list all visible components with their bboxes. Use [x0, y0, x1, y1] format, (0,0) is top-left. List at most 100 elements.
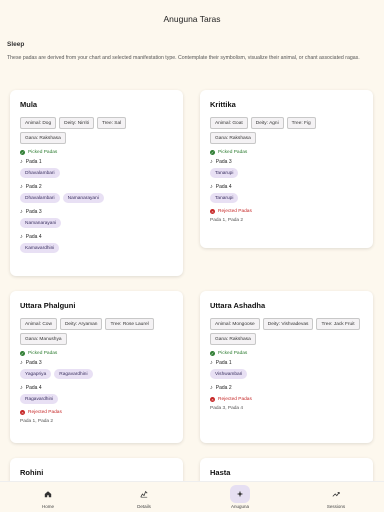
picked-label: Picked Padas	[28, 351, 58, 356]
rejected-padas-list: Pada 1, Pada 2	[20, 419, 54, 424]
raga-chip[interactable]: Tanarupi	[210, 193, 239, 203]
nakshatra-card-uttara-ashadha[interactable]: Uttara Ashadha Animal: Mongoose Deity: V…	[200, 291, 373, 443]
deity-chip: Deity: Nirriti	[59, 117, 94, 129]
picked-padas-header: ✓ Picked Padas	[210, 150, 363, 155]
raga-chip[interactable]: Kamavardhini	[20, 243, 60, 253]
raga-chip[interactable]: Namanarayani	[62, 193, 104, 203]
raga-chip[interactable]: Ragavardhini	[20, 394, 59, 404]
pada-text: Pada 3	[215, 159, 232, 165]
raga-chip[interactable]: Namanarayani	[20, 218, 62, 228]
card-title: Krittika	[210, 100, 236, 109]
cancel-circle-icon: ×	[210, 397, 215, 402]
picked-padas-header: ✓ Picked Padas	[20, 351, 173, 356]
home-icon	[44, 491, 52, 498]
card-title: Mula	[20, 100, 38, 109]
deity-chip: Deity: Agni	[250, 117, 284, 129]
nav-label: Details	[137, 504, 151, 509]
rejected-padas-list: Pada 3, Pada 4	[210, 406, 244, 411]
nakshatra-card-uttara-phalguni[interactable]: Uttara Phalguni Animal: Cow Deity: Aryam…	[10, 291, 183, 443]
pada-label: ♪ Pada 4	[20, 385, 173, 391]
nav-sessions[interactable]: Sessions	[306, 485, 366, 509]
animal-chip: Animal: Dog	[20, 117, 57, 129]
nav-icon-wrap	[44, 485, 52, 503]
music-note-icon: ♪	[210, 360, 213, 366]
music-note-icon: ♪	[210, 385, 213, 391]
page-title: Anuguna Taras	[163, 14, 221, 24]
tree-chip: Tree: Sal	[96, 117, 127, 129]
gana-chip: Gana: Rakshasa	[210, 333, 256, 345]
chart-icon	[140, 490, 148, 498]
gana-chip: Gana: Rakshasa	[210, 132, 256, 144]
raga-chip[interactable]: Dhavalambari	[20, 168, 60, 178]
section-title: Sleep	[7, 41, 25, 48]
raga-chip[interactable]: Ragavardhini	[54, 369, 93, 379]
check-circle-icon: ✓	[20, 351, 25, 356]
nav-label: Home	[41, 504, 54, 509]
pada-text: Pada 3	[25, 209, 42, 215]
gana-chip: Gana: Manushya	[20, 333, 67, 345]
picked-padas-header: ✓ Picked Padas	[210, 351, 363, 356]
deity-chip: Deity: Aryaman	[59, 318, 103, 330]
trend-icon	[332, 492, 340, 497]
pada-label: ♪ Pada 4	[210, 184, 363, 190]
music-note-icon: ♪	[20, 184, 23, 190]
animal-chip: Animal: Mongoose	[210, 318, 260, 330]
check-circle-icon: ✓	[210, 351, 215, 356]
pada-text: Pada 1	[25, 159, 42, 165]
nav-home[interactable]: Home	[18, 485, 78, 509]
nakshatra-card-krittika[interactable]: Krittika Animal: Goat Deity: Agni Tree: …	[200, 90, 373, 248]
animal-chip: Animal: Cow	[20, 318, 57, 330]
nakshatra-card-mula[interactable]: Mula Animal: Dog Deity: Nirriti Tree: Sa…	[10, 90, 183, 276]
sparkle-icon	[236, 490, 244, 498]
raga-chip[interactable]: Tanarupi	[210, 168, 239, 178]
rejected-padas-header: × Rejected Padas	[210, 397, 363, 402]
nav-icon-wrap	[332, 485, 340, 503]
tree-chip: Tree: Rose Laurel	[105, 318, 154, 330]
pada-text: Pada 4	[215, 184, 232, 190]
card-title: Uttara Phalguni	[20, 301, 76, 310]
raga-chip[interactable]: Vishwambari	[210, 369, 248, 379]
nav-icon-wrap	[230, 485, 250, 503]
pada-label: ♪ Pada 4	[20, 234, 173, 240]
music-note-icon: ♪	[20, 159, 23, 165]
animal-chip: Animal: Goat	[210, 117, 248, 129]
app-bar: Anuguna Taras	[0, 0, 384, 38]
picked-label: Picked Padas	[218, 150, 248, 155]
rejected-label: Rejected Padas	[218, 209, 252, 214]
raga-chip[interactable]: Dhavalambari	[20, 193, 60, 203]
pada-text: Pada 4	[25, 385, 42, 391]
nav-icon-wrap	[140, 485, 148, 503]
music-note-icon: ♪	[20, 385, 23, 391]
cancel-circle-icon: ×	[210, 209, 215, 214]
tree-chip: Tree: Fig	[286, 117, 316, 129]
check-circle-icon: ✓	[20, 150, 25, 155]
rejected-label: Rejected Padas	[218, 397, 252, 402]
check-circle-icon: ✓	[210, 150, 215, 155]
nav-details[interactable]: Details	[114, 485, 174, 509]
music-note-icon: ♪	[20, 234, 23, 240]
rejected-padas-list: Pada 1, Pada 2	[210, 218, 244, 223]
pada-label: ♪ Pada 1	[20, 159, 173, 165]
raga-chip[interactable]: Yagapriya	[20, 369, 52, 379]
nav-label: Anuguna	[230, 504, 250, 509]
picked-padas-header: ✓ Picked Padas	[20, 150, 173, 155]
card-title: Hasta	[210, 468, 231, 477]
pada-text: Pada 2	[215, 385, 232, 391]
tree-chip: Tree: Jack Fruit	[316, 318, 360, 330]
pada-text: Pada 4	[25, 234, 42, 240]
picked-label: Picked Padas	[218, 351, 248, 356]
pada-label: ♪ Pada 3	[20, 360, 173, 366]
pada-label: ♪ Pada 3	[210, 159, 363, 165]
rejected-label: Rejected Padas	[28, 410, 62, 415]
pada-label: ♪ Pada 3	[20, 209, 173, 215]
music-note-icon: ♪	[20, 360, 23, 366]
cancel-circle-icon: ×	[20, 410, 25, 415]
pada-text: Pada 3	[25, 360, 42, 366]
music-note-icon: ♪	[210, 184, 213, 190]
nav-anuguna[interactable]: Anuguna	[210, 485, 270, 509]
bottom-navigation: Home Details Anuguna Sessions	[0, 481, 384, 512]
section-description: These padas are derived from your chart …	[7, 55, 360, 61]
picked-label: Picked Padas	[28, 150, 58, 155]
card-title: Uttara Ashadha	[210, 301, 266, 310]
pada-label: ♪ Pada 2	[210, 385, 363, 391]
